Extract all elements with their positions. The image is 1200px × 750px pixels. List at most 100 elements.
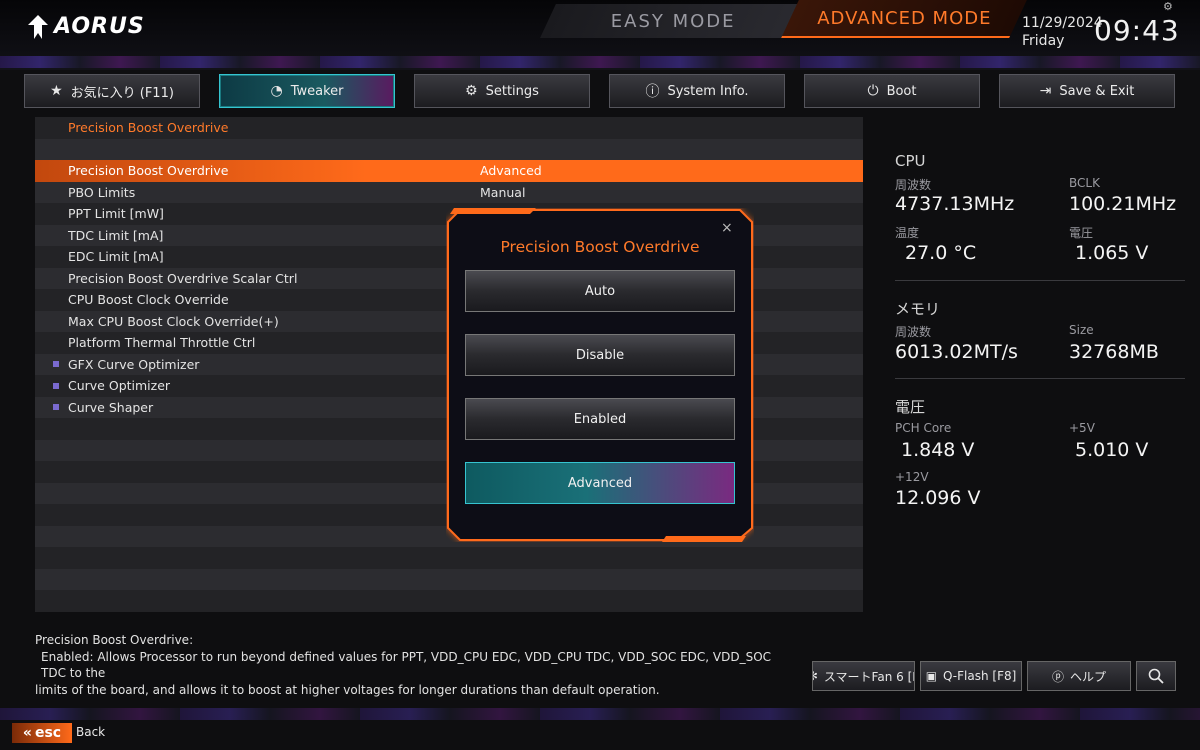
setting-label: Max CPU Boost Clock Override(+)	[68, 313, 279, 329]
close-icon[interactable]: ×	[721, 220, 733, 236]
setting-label: Platform Thermal Throttle Ctrl	[68, 335, 256, 351]
description-line: Enabled: Allows Processor to run beyond …	[41, 649, 772, 681]
header-stripes	[0, 56, 1200, 68]
v12-label: +12V	[895, 470, 929, 484]
search-button[interactable]	[1136, 661, 1176, 691]
tab-label: Save & Exit	[1059, 83, 1135, 99]
cpu-title: CPU	[895, 152, 926, 170]
option-auto[interactable]: Auto	[465, 270, 735, 312]
esc-button[interactable]: « esc	[12, 723, 72, 743]
eagle-logo-icon	[28, 14, 48, 39]
date-text: 11/29/2024	[1022, 15, 1103, 31]
back-label[interactable]: Back	[76, 725, 105, 739]
setting-row-pbo-limits[interactable]: PBO Limits Manual	[35, 181, 863, 203]
setting-label: Curve Shaper	[68, 399, 154, 415]
cpu-temp-label: 温度	[895, 226, 920, 240]
qflash-label: Q-Flash [F8]	[943, 669, 1017, 683]
option-advanced[interactable]: Advanced	[465, 462, 735, 504]
setting-label: Precision Boost Overdrive	[68, 163, 229, 179]
advanced-mode-label: ADVANCED MODE	[817, 7, 992, 29]
exit-icon: ⇥	[1039, 83, 1052, 99]
tab-boot[interactable]: ⏻ Boot	[804, 74, 980, 108]
mem-freq-label: 周波数	[895, 325, 932, 339]
blank-row	[35, 590, 863, 612]
gauge-icon: ◔	[270, 83, 283, 99]
tab-save-exit[interactable]: ⇥ Save & Exit	[999, 74, 1175, 108]
easy-mode-label: EASY MODE	[610, 10, 736, 32]
submenu-bullet-icon	[53, 404, 59, 411]
tab-label: Tweaker	[290, 83, 344, 99]
pch-value: 1.848 V	[901, 439, 975, 461]
search-icon	[1148, 668, 1164, 684]
fan-icon: ✻	[813, 669, 818, 683]
pch-label: PCH Core	[895, 421, 952, 435]
v5-label: +5V	[1069, 421, 1095, 435]
clock-time: 09:43	[1094, 14, 1180, 47]
top-header: AORUS EASY MODE ADVANCED MODE 11/29/2024…	[0, 0, 1200, 70]
setting-value[interactable]: Advanced	[480, 163, 542, 178]
setting-row-pbo[interactable]: Precision Boost Overdrive Advanced	[35, 160, 863, 182]
tab-label: Settings	[485, 83, 539, 99]
settings-gear-icon[interactable]: ⚙	[1163, 0, 1173, 13]
cpu-volt-value: 1.065 V	[1075, 242, 1149, 264]
divider	[895, 280, 1185, 281]
help-button[interactable]: ⓟ ヘルプ	[1027, 661, 1131, 691]
cpu-volt-label: 電圧	[1069, 226, 1094, 240]
section-header: Precision Boost Overdrive	[35, 117, 863, 139]
brand-name: AORUS	[54, 14, 145, 39]
help-description: Precision Boost Overdrive: Enabled: Allo…	[35, 632, 795, 698]
tab-system-info[interactable]: ⓘ System Info.	[609, 74, 785, 108]
tab-label: お気に入り (F11)	[70, 85, 174, 101]
setting-label: Precision Boost Overdrive Scalar Ctrl	[68, 270, 298, 286]
tab-label: System Info.	[667, 83, 749, 99]
bclk-value: 100.21MHz	[1069, 193, 1177, 215]
dialog-title: Precision Boost Overdrive	[500, 238, 700, 256]
description-title: Precision Boost Overdrive:	[35, 633, 194, 647]
help-label: ヘルプ	[1070, 669, 1107, 684]
setting-label: TDC Limit [mA]	[68, 227, 164, 243]
option-enabled[interactable]: Enabled	[465, 398, 735, 440]
mem-size-label: Size	[1069, 323, 1094, 337]
setting-label: CPU Boost Clock Override	[68, 292, 229, 308]
tab-settings[interactable]: ⚙ Settings	[414, 74, 590, 108]
help-icon: ⓟ	[1051, 669, 1064, 684]
blank-row	[35, 547, 863, 569]
submenu-bullet-icon	[53, 382, 59, 389]
qflash-button[interactable]: ▣ Q-Flash [F8]	[920, 661, 1022, 691]
divider	[895, 378, 1185, 379]
footer-stripes	[0, 708, 1200, 720]
setting-label: GFX Curve Optimizer	[68, 356, 200, 372]
cpu-temp-value: 27.0 °C	[905, 242, 977, 264]
tab-tweaker[interactable]: ◔ Tweaker	[219, 74, 395, 108]
day-text: Friday	[1022, 33, 1065, 49]
section-title: Precision Boost Overdrive	[68, 120, 229, 136]
mem-size-value: 32768MB	[1069, 341, 1159, 363]
tab-label: Boot	[886, 83, 917, 99]
setting-label: PPT Limit [mW]	[68, 206, 164, 222]
info-icon: ⓘ	[645, 84, 660, 100]
back-chevron-icon: «	[22, 725, 32, 741]
memory-title: メモリ	[895, 300, 941, 318]
smart-fan-button[interactable]: ✻ スマートFan 6 [F	[812, 661, 915, 691]
aorus-logo: AORUS	[28, 14, 145, 39]
blank-row	[35, 138, 863, 160]
advanced-mode-button[interactable]: ADVANCED MODE	[781, 0, 1027, 38]
option-dialog: Precision Boost Overdrive × Auto Disable…	[446, 208, 754, 542]
easy-mode-button[interactable]: EASY MODE	[540, 4, 806, 38]
v5-value: 5.010 V	[1075, 439, 1149, 461]
voltage-title: 電圧	[895, 398, 926, 416]
setting-value[interactable]: Manual	[480, 185, 525, 200]
setting-label: PBO Limits	[68, 184, 136, 200]
bclk-label: BCLK	[1069, 176, 1100, 190]
mem-freq-value: 6013.02MT/s	[895, 341, 1018, 363]
star-folder-icon: ★	[50, 83, 63, 99]
chip-icon: ▣	[925, 669, 938, 683]
blank-row	[35, 568, 863, 590]
date-display: 11/29/2024 Friday	[1022, 14, 1103, 50]
tab-favorites[interactable]: ★ お気に入り (F11)	[24, 74, 200, 108]
setting-label: Curve Optimizer	[68, 378, 171, 394]
option-disable[interactable]: Disable	[465, 334, 735, 376]
v12-value: 12.096 V	[895, 487, 981, 509]
cpu-freq-label: 周波数	[895, 178, 932, 192]
setting-label: EDC Limit [mA]	[68, 249, 164, 265]
